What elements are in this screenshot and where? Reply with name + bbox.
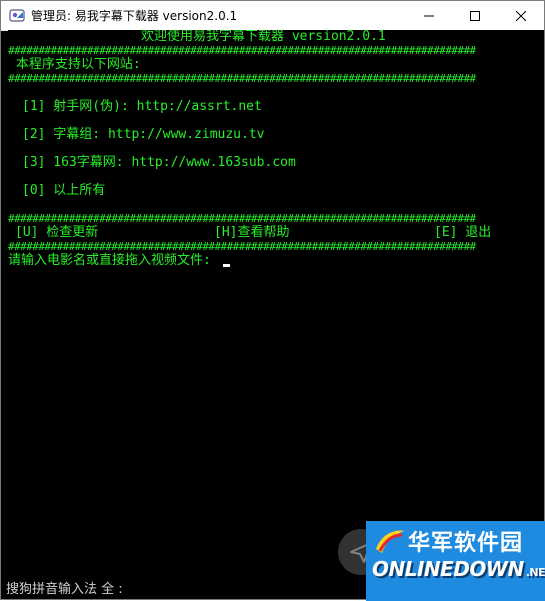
text-cursor <box>222 264 230 267</box>
watermark-en-main: ONLINEDOWN <box>372 557 524 581</box>
ime-status: 搜狗拼音输入法 全 : <box>6 582 123 597</box>
close-button[interactable] <box>498 1 544 30</box>
watermark-logo: 华军软件园 ONLINEDOWN.NET <box>366 521 545 601</box>
site-option-all: [0] 以上所有 <box>22 183 106 198</box>
maximize-button[interactable] <box>452 1 498 30</box>
watermark-cn-text: 华军软件园 <box>408 531 524 556</box>
close-icon <box>516 10 526 21</box>
minimize-button[interactable] <box>406 1 452 30</box>
maximize-icon <box>470 10 480 21</box>
minimize-icon <box>424 15 434 16</box>
hash-divider: ########################################… <box>8 44 476 57</box>
console-scrollbar[interactable] <box>530 30 544 599</box>
input-prompt-row[interactable]: 请输入电影名或直接拖入视频文件: <box>8 254 230 268</box>
menu-help: [H]查看帮助 <box>214 225 290 240</box>
site-option-1: [1] 射手网(伪): http://assrt.net <box>22 99 262 114</box>
welcome-text: 欢迎使用易我字幕下载器 version2.0.1 <box>141 30 386 44</box>
hash-divider: ########################################… <box>8 212 476 225</box>
title-bar[interactable]: 管理员: 易我字幕下载器 version2.0.1 <box>1 1 544 31</box>
watermark-swoosh-icon <box>376 530 404 553</box>
hash-divider: ########################################… <box>8 72 476 85</box>
site-option-2: [2] 字幕组: http://www.zimuzu.tv <box>22 127 265 142</box>
watermark-en-suffix: .NET <box>525 566 545 579</box>
menu-exit: [E] 退出 <box>434 225 492 240</box>
app-icon[interactable] <box>9 8 25 24</box>
window-title: 管理员: 易我字幕下载器 version2.0.1 <box>31 9 238 23</box>
console-output[interactable]: 欢迎使用易我字幕下载器 version2.0.1 ###############… <box>8 30 530 599</box>
site-option-3: [3] 163字幕网: http://www.163sub.com <box>22 155 296 170</box>
hash-divider: ########################################… <box>8 240 476 253</box>
window-controls <box>406 1 544 30</box>
input-prompt: 请输入电影名或直接拖入视频文件: <box>8 253 219 268</box>
watermark-en-text: ONLINEDOWN.NET <box>372 557 545 581</box>
menu-update: [U] 检查更新 <box>15 225 99 240</box>
sites-header: 本程序支持以下网站: <box>8 57 141 72</box>
console-window: 管理员: 易我字幕下载器 version2.0.1 欢迎使用易我字幕下载器 ve… <box>0 0 545 601</box>
